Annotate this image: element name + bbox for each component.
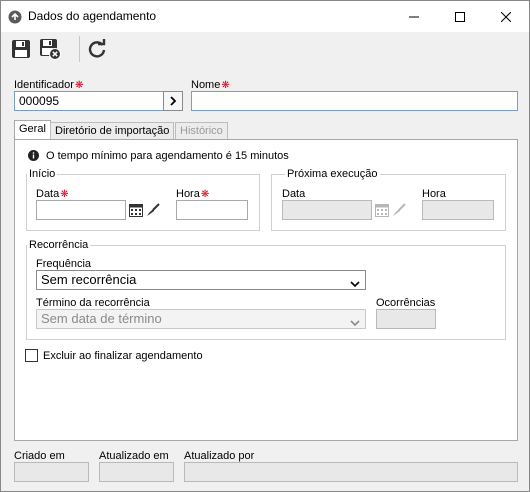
nome-label: Nome❋ (191, 79, 230, 91)
recorrencia-title: Recorrência (27, 239, 91, 251)
tab-historico[interactable]: Histórico (175, 122, 228, 140)
app-circle-icon (8, 10, 22, 24)
identificador-label: Identificador❋ (14, 79, 84, 91)
calendar-icon (128, 203, 143, 217)
broom-icon (392, 202, 406, 216)
save-and-close-icon (40, 39, 61, 60)
toolbar-separator (79, 36, 80, 62)
termino-select: Sem data de término (36, 309, 366, 329)
chevron-down-icon (350, 315, 360, 330)
dialog-window: Dados do agendamento Identificador❋ 0000… (0, 0, 530, 492)
maximize-button[interactable] (437, 1, 483, 32)
title-bar: Dados do agendamento (1, 1, 529, 32)
ocorrencias-input (376, 309, 436, 329)
required-icon: ❋ (200, 189, 210, 200)
required-icon: ❋ (74, 80, 84, 91)
proxima-execucao-title: Próxima execução (285, 168, 380, 180)
proxima-data-input (282, 200, 372, 220)
atualizado-em-field (99, 462, 174, 482)
tab-geral[interactable]: Geral (14, 120, 51, 140)
window-title: Dados do agendamento (28, 9, 157, 23)
info-icon (28, 150, 39, 164)
inicio-data-input[interactable] (36, 200, 126, 220)
close-icon (501, 11, 511, 22)
tab-diretorio-importacao[interactable]: Diretório de importação (50, 122, 175, 140)
minimize-button[interactable] (391, 1, 437, 32)
inicio-hora-input[interactable] (176, 200, 248, 220)
atualizado-por-label: Atualizado por (184, 450, 255, 462)
required-icon: ❋ (221, 80, 230, 91)
proxima-data-label: Data (282, 188, 306, 200)
nome-input[interactable] (191, 91, 518, 111)
frequencia-label: Frequência (36, 258, 92, 270)
required-icon: ❋ (60, 189, 69, 200)
inicio-data-label: Data❋ (36, 188, 69, 200)
termino-label: Término da recorrência (36, 297, 150, 309)
proxima-hora-input (422, 200, 494, 220)
toolbar (1, 32, 529, 67)
clear-date-button[interactable] (144, 201, 161, 218)
maximize-icon (455, 11, 465, 22)
save-icon (12, 40, 30, 58)
inicio-hora-label: Hora❋ (176, 188, 210, 200)
refresh-button[interactable] (85, 37, 109, 61)
calendar-button[interactable] (127, 201, 144, 218)
ocorrencias-label: Ocorrências (376, 297, 436, 309)
chevron-down-icon (350, 276, 360, 291)
criado-em-label: Criado em (14, 450, 65, 462)
identificador-go-button[interactable] (163, 91, 183, 111)
refresh-icon (88, 39, 106, 58)
chevron-right-icon (170, 96, 177, 106)
info-text: O tempo mínimo para agendamento é 15 min… (46, 150, 289, 162)
calendar-icon (374, 203, 389, 217)
broom-icon (146, 202, 160, 216)
save-and-close-button[interactable] (38, 37, 62, 61)
criado-em-field (14, 462, 89, 482)
inicio-group-title: Início (27, 168, 58, 180)
frequencia-select[interactable]: Sem recorrência (36, 270, 366, 290)
atualizado-em-label: Atualizado em (99, 450, 169, 462)
minimize-icon (409, 16, 419, 17)
calendar-button-disabled (373, 201, 390, 218)
atualizado-por-field (184, 462, 518, 482)
proxima-hora-label: Hora (422, 188, 446, 200)
close-button[interactable] (483, 1, 529, 32)
save-button[interactable] (9, 37, 33, 61)
identificador-input[interactable]: 000095 (14, 91, 164, 111)
excluir-label: Excluir ao finalizar agendamento (43, 350, 203, 362)
excluir-checkbox[interactable] (25, 349, 38, 362)
clear-date-button-disabled (390, 201, 407, 218)
